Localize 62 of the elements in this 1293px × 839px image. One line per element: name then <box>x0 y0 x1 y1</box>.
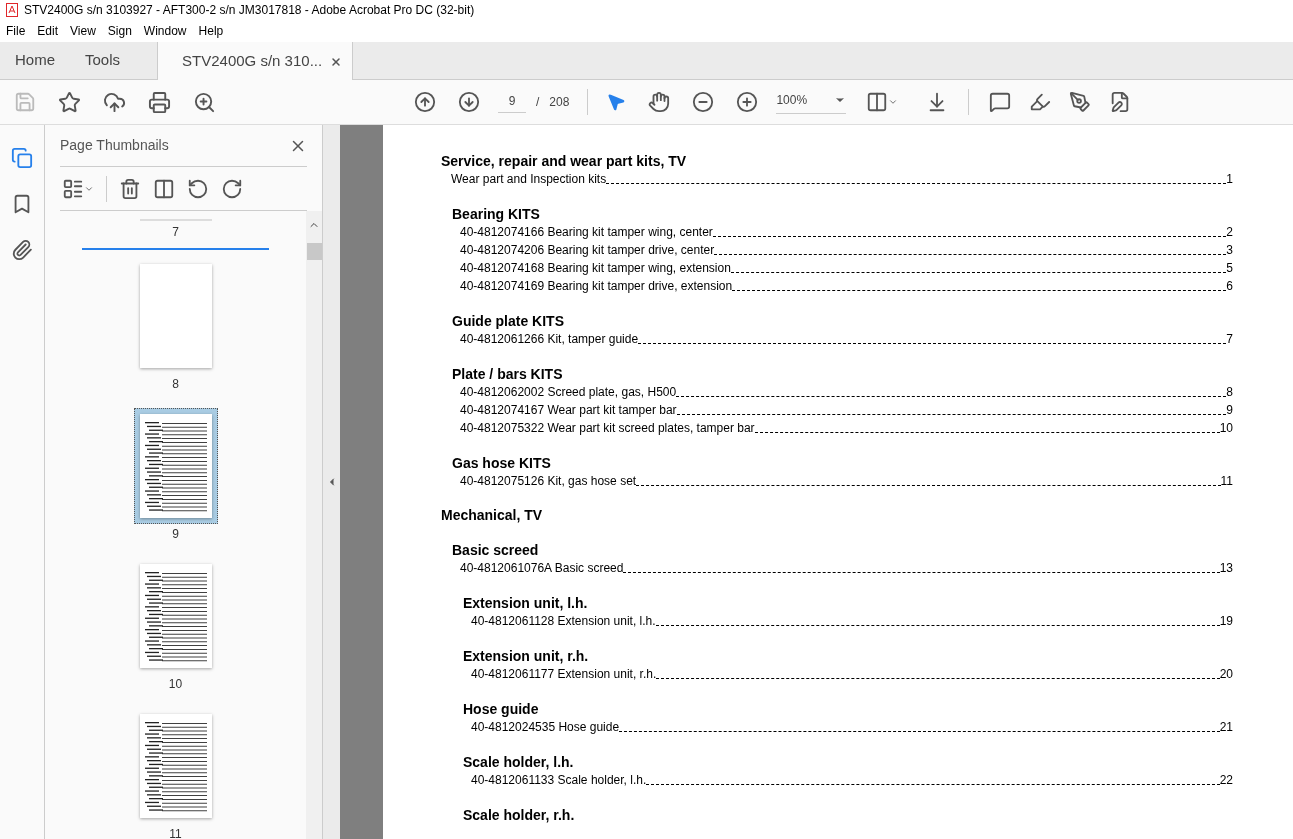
page-count: 208 <box>549 94 570 111</box>
toc-entry[interactable]: 40-4812075322 Wear part kit screed plates, tamper bar <box>460 419 755 437</box>
section-heading: Mechanical, TV <box>441 507 544 524</box>
page-separator: / <box>536 94 540 111</box>
section-heading: Hose guide <box>463 701 540 718</box>
section-heading: Scale holder, r.h. <box>463 807 576 824</box>
page-ref[interactable]: 8 <box>1226 383 1233 401</box>
tab[interactable]: Tools <box>70 42 136 79</box>
toc-entry[interactable]: Wear part and Inspection kits <box>451 170 607 188</box>
page-number: 8 <box>172 377 179 391</box>
section-heading: Extension unit, r.h. <box>463 648 590 665</box>
toc-entry[interactable]: 40-4812074167 Wear part kit tamper bar <box>460 401 677 419</box>
toc-entry[interactable]: 40-4812061133 Scale holder, l.h. <box>471 771 647 789</box>
page-ref[interactable]: 13 <box>1219 559 1233 577</box>
page-number: 7 <box>172 225 179 239</box>
toc-entry[interactable]: 40-4812062002 Screed plate, gas, H500 <box>460 383 677 401</box>
tab[interactable]: STV2400G s/n 310... <box>157 42 354 81</box>
section-heading: Guide plate KITS <box>452 313 565 330</box>
menu-item[interactable]: Edit <box>31 22 65 40</box>
page-ref[interactable]: 22 <box>1219 771 1233 789</box>
toc-entry[interactable]: 40-4812024535 Hose guide <box>471 718 620 736</box>
page-number: 11 <box>169 827 182 839</box>
page-ref[interactable]: 21 <box>1219 718 1233 736</box>
section-heading: Gas hose KITS <box>452 455 552 472</box>
page-number: 10 <box>168 677 183 691</box>
section-heading: Basic screed <box>452 542 540 559</box>
page-ref[interactable]: 1 <box>1226 170 1233 188</box>
section-heading: Extension unit, l.h. <box>463 595 589 612</box>
page-ref[interactable]: 6 <box>1226 277 1233 295</box>
menu-item[interactable]: Sign <box>101 22 138 40</box>
toc-entry[interactable]: 40-4812074169 Bearing kit tamper drive, extension <box>460 277 733 295</box>
menu-item[interactable]: Help <box>192 22 230 40</box>
menu-item[interactable]: File <box>0 22 32 40</box>
section-heading: Bearing KITS <box>452 206 541 223</box>
page-ref[interactable]: 19 <box>1219 612 1233 630</box>
toc-entry[interactable]: 40-4812061128 Extension unit, l.h. <box>471 612 656 630</box>
menu-item[interactable]: Window <box>137 22 193 40</box>
page-field[interactable]: 9 <box>498 91 526 113</box>
page-ref[interactable]: 7 <box>1226 330 1233 348</box>
toc-entry[interactable]: 40-4812074206 Bearing kit tamper drive, center <box>460 241 715 259</box>
toc-entry[interactable]: 40-4812074168 Bearing kit tamper wing, extension <box>460 259 731 277</box>
panel-title: Page Thumbnails <box>60 136 169 155</box>
page-ref[interactable]: 3 <box>1226 241 1233 259</box>
page-ref[interactable]: 2 <box>1226 223 1233 241</box>
page-ref[interactable]: 11 <box>1220 472 1233 490</box>
tab[interactable]: Home <box>0 42 70 79</box>
page-ref[interactable]: 20 <box>1219 665 1233 683</box>
toc-entry[interactable]: 40-4812061177 Extension unit, r.h. <box>471 665 657 683</box>
menu-item[interactable]: View <box>64 22 102 40</box>
page-number: 9 <box>172 527 179 541</box>
section-heading: Scale holder, l.h. <box>463 754 575 771</box>
zoom-dropdown[interactable]: 100% <box>776 90 847 114</box>
page-ref[interactable]: 10 <box>1219 419 1233 437</box>
page-ref[interactable]: 9 <box>1226 401 1233 419</box>
page-ref[interactable]: 5 <box>1226 259 1233 277</box>
toc-entry[interactable]: 40-4812061266 Kit, tamper guide <box>460 330 639 348</box>
toc-entry[interactable]: 40-4812061076A Basic screed <box>460 559 624 577</box>
toc-entry[interactable]: 40-4812074166 Bearing kit tamper wing, center <box>460 223 713 241</box>
section-heading: Service, repair and wear part kits, TV <box>441 153 688 170</box>
window-title: STV2400G s/n 3103927 - AFT300-2 s/n JM3017818 - Adobe Acrobat Pro DC (32-bit) <box>24 2 475 19</box>
toc-entry[interactable]: 40-4812075126 Kit, gas hose set <box>460 472 637 490</box>
section-heading: Plate / bars KITS <box>452 366 564 383</box>
